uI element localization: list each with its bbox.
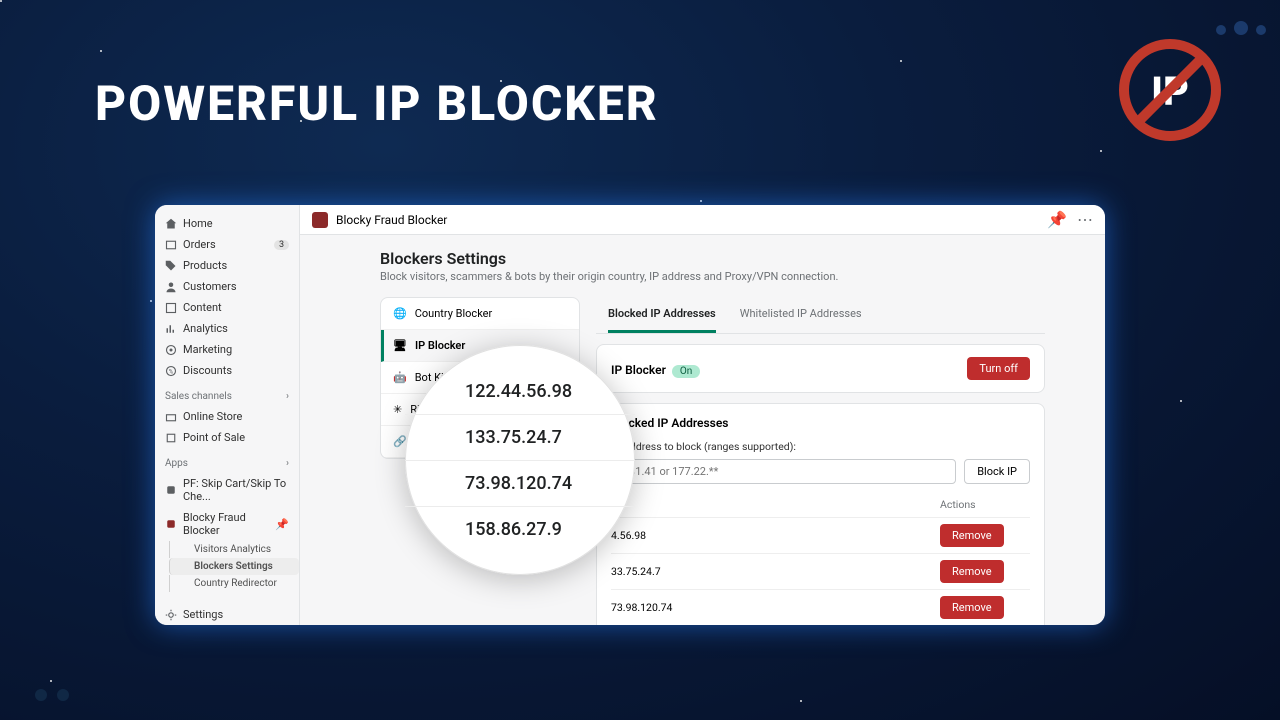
sidebar-item-analytics[interactable]: Analytics (155, 318, 299, 339)
sidebar-item-products[interactable]: Products (155, 255, 299, 276)
ip-tabs: Blocked IP Addresses Whitelisted IP Addr… (596, 297, 1045, 334)
ip-icon: 🖥 (393, 339, 407, 352)
card-title: Blocked IP Addresses (611, 416, 1030, 430)
col-address: ss (611, 492, 940, 518)
sidebar-item-orders[interactable]: Orders3 (155, 234, 299, 255)
store-icon (165, 411, 177, 423)
status-badge: On (672, 365, 700, 378)
table-row: 4.56.98Remove (611, 518, 1030, 554)
block-ip-button[interactable]: Block IP (964, 459, 1030, 484)
app-title: Blocky Fraud Blocker (336, 213, 447, 227)
chevron-right-icon[interactable]: › (286, 458, 289, 469)
more-icon[interactable]: ⋯ (1077, 210, 1093, 229)
subnav-country-redirector[interactable]: Country Redirector (169, 575, 299, 592)
table-row: 73.98.120.74Remove (611, 590, 1030, 625)
ip-blocked-icon: IP (1115, 35, 1225, 149)
sidebar-item-settings[interactable]: Settings (155, 604, 299, 625)
pos-icon (165, 432, 177, 444)
sidebar-item-marketing[interactable]: Marketing (155, 339, 299, 360)
sales-channels-header: Sales channels› (155, 381, 299, 406)
app-icon (165, 484, 177, 496)
sidebar-item-discounts[interactable]: %Discounts (155, 360, 299, 381)
topbar: Blocky Fraud Blocker 📌 ⋯ (300, 205, 1105, 235)
app-icon (165, 518, 177, 530)
tab-blocked[interactable]: Blocked IP Addresses (608, 297, 716, 333)
remove-button[interactable]: Remove (940, 560, 1004, 583)
orders-icon (165, 239, 177, 251)
page-subtitle: Block visitors, scammers & bots by their… (380, 270, 1045, 283)
chart-icon (165, 323, 177, 335)
sidebar-item-pos[interactable]: Point of Sale (155, 427, 299, 448)
svg-text:%: % (169, 368, 174, 375)
discount-icon: % (165, 365, 177, 377)
globe-icon: 🌐 (393, 307, 407, 320)
admin-sidebar: Home Orders3 Products Customers Content … (155, 205, 300, 625)
tag-icon (165, 260, 177, 272)
ip-input[interactable] (611, 459, 956, 484)
page-title: Blockers Settings (380, 249, 1045, 268)
app-logo-icon (312, 212, 328, 228)
pin-icon[interactable]: 📌 (275, 518, 289, 531)
sidebar-item-online-store[interactable]: Online Store (155, 406, 299, 427)
col-actions: Actions (940, 492, 1030, 518)
person-icon (165, 281, 177, 293)
chevron-right-icon[interactable]: › (286, 391, 289, 402)
ip-cell: 4.56.98 (611, 518, 940, 554)
subnav-visitors[interactable]: Visitors Analytics (169, 541, 299, 558)
subnav-blockers-settings[interactable]: Blockers Settings (169, 558, 299, 575)
menu-country-blocker[interactable]: 🌐Country Blocker (381, 298, 579, 330)
decorative-dots (30, 686, 74, 705)
pin-icon[interactable]: 📌 (1047, 210, 1067, 229)
sidebar-item-content[interactable]: Content (155, 297, 299, 318)
input-hint: IP Address to block (ranges supported): (611, 440, 1030, 453)
remove-button[interactable]: Remove (940, 524, 1004, 547)
sidebar-app-pf[interactable]: PF: Skip Cart/Skip To Che... (155, 473, 299, 507)
blocked-ips-card: Blocked IP Addresses IP Address to block… (596, 403, 1045, 625)
sidebar-app-blocky[interactable]: Blocky Fraud Blocker📌 (155, 507, 299, 541)
hero-title: POWERFUL IP BLOCKER (95, 75, 659, 132)
mag-row: 158.86.27.9 (405, 507, 635, 552)
turn-off-button[interactable]: Turn off (967, 357, 1030, 380)
status-card: IP BlockerOn Turn off (596, 344, 1045, 393)
apps-header: Apps› (155, 448, 299, 473)
ip-table: ss Actions 4.56.98Remove33.75.24.7Remove… (611, 492, 1030, 625)
sidebar-item-home[interactable]: Home (155, 213, 299, 234)
ip-cell: 73.98.120.74 (611, 590, 940, 625)
cursor-icon: ✳ (393, 403, 402, 416)
gear-icon (165, 609, 177, 621)
table-row: 33.75.24.7Remove (611, 554, 1030, 590)
magnifier-overlay: 122.44.56.98 133.75.24.7 73.98.120.74 15… (405, 345, 635, 575)
mag-row: 133.75.24.7 (405, 415, 635, 461)
home-icon (165, 218, 177, 230)
mag-row: 122.44.56.98 (405, 369, 635, 415)
orders-badge: 3 (274, 240, 289, 250)
mag-row: 73.98.120.74 (405, 461, 635, 507)
sidebar-item-customers[interactable]: Customers (155, 276, 299, 297)
remove-button[interactable]: Remove (940, 596, 1004, 619)
content-icon (165, 302, 177, 314)
tab-whitelisted[interactable]: Whitelisted IP Addresses (740, 297, 862, 333)
target-icon (165, 344, 177, 356)
ip-cell: 33.75.24.7 (611, 554, 940, 590)
decorative-dots (1212, 20, 1270, 39)
